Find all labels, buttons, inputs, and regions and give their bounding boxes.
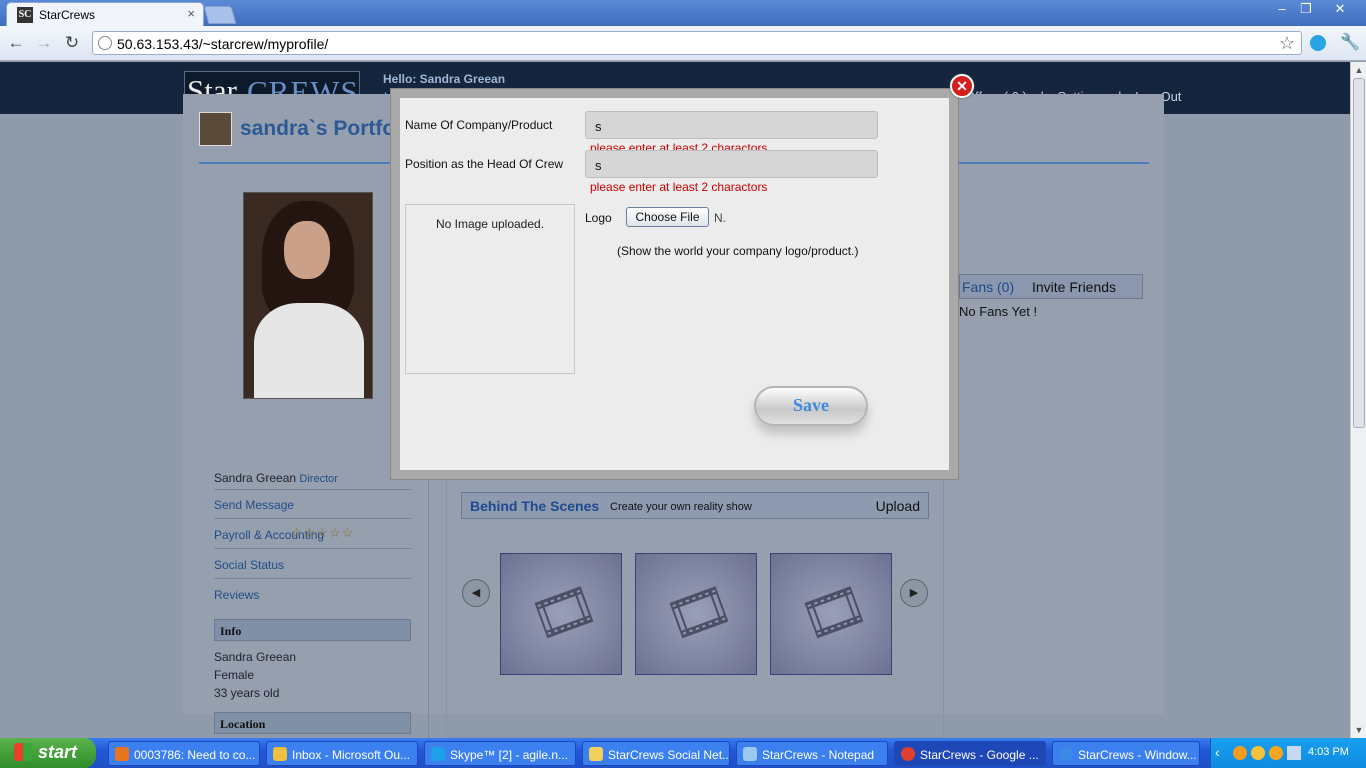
outlook-icon [273,747,287,761]
info-header: Info [214,619,411,641]
logo-hint: (Show the world your company logo/produc… [617,244,859,258]
film-strip-icon: 🎞 [523,574,606,652]
info-name: Sandra Greean [214,650,297,664]
film-strip-icon: 🎞 [658,574,741,652]
bts-title: Behind The Scenes [470,498,600,514]
info-gender: Female [214,668,255,682]
rating-stars: ☆☆☆☆☆ [291,525,355,540]
tab-title: StarCrews [39,8,96,22]
minimize-window-icon[interactable]: – [1270,0,1294,18]
carousel-prev-icon[interactable]: ◀ [462,579,490,607]
system-clock: 4:03 PM [1308,746,1349,758]
logo-label: Logo [585,211,612,225]
skype-extension-icon[interactable] [1310,35,1326,51]
maximize-window-icon[interactable]: ❐ [1294,0,1318,18]
company-error: please enter at least 2 charactors [590,141,768,150]
taskbar-item[interactable]: Inbox - Microsoft Ou... [266,741,418,766]
divider [214,518,411,519]
taskbar-item[interactable]: StarCrews - Google ... [894,741,1046,766]
company-label: Name Of Company/Product [405,118,553,132]
internet-explorer-icon [1059,747,1073,761]
no-fans-text: No Fans Yet ! [959,304,1038,319]
position-error: please enter at least 2 charactors [590,180,768,194]
network-icon[interactable] [1287,746,1301,760]
divider [214,489,411,490]
upload-link[interactable]: Upload [876,498,920,514]
windows-flag-icon [14,743,32,761]
divider [214,578,411,579]
skype-icon [431,747,445,761]
scroll-down-icon[interactable]: ▼ [1353,725,1365,735]
social-status-link[interactable]: Social Status [214,558,284,572]
location-header: Location [214,712,411,734]
address-url: 50.63.153.43/~starcrew/myprofile/ [117,36,329,52]
profile-photo [243,192,373,399]
scrollbar-thumb[interactable] [1353,78,1365,428]
logo-preview: No Image uploaded. [405,204,575,374]
send-message-link[interactable]: Send Message [214,498,294,512]
taskbar-item[interactable]: StarCrews Social Net... [582,741,730,766]
fans-bar: Fans (0) Invite Friends [959,274,1143,299]
position-input[interactable]: s [585,150,878,178]
page-scrollbar[interactable]: ▲ ▼ [1350,62,1366,738]
wrench-menu-icon[interactable]: 🔧 [1340,32,1360,52]
save-button[interactable]: Save [754,386,868,426]
tray-app-icon[interactable] [1269,746,1283,760]
bts-subtitle: Create your own reality show [610,501,752,513]
taskbar-item[interactable]: Skype™ [2] - agile.n... [424,741,576,766]
close-window-icon[interactable]: ✕ [1328,0,1352,18]
video-thumbnail[interactable]: 🎞 [500,553,622,675]
taskbar-item[interactable]: 0003786: Need to co... [108,741,260,766]
bookmark-star-icon[interactable]: ☆ [1279,33,1295,54]
profile-name-row: Sandra Greean Director [214,471,338,485]
notepad-icon [743,747,757,761]
file-status: N. [714,211,726,225]
column-divider [428,480,429,738]
tray-app-icon[interactable] [1251,746,1265,760]
page-info-icon [98,36,112,50]
position-label: Position as the Head Of Crew [405,157,564,171]
divider [214,548,411,549]
video-thumbnail[interactable]: 🎞 [635,553,757,675]
browser-tab[interactable]: SC StarCrews × [6,2,204,26]
reviews-link[interactable]: Reviews [214,588,259,602]
profile-role[interactable]: Director [299,473,338,485]
user-avatar [199,112,232,146]
firefox-icon [115,747,129,761]
site-favicon-icon: SC [17,7,33,23]
taskbar-item[interactable]: StarCrews - Window... [1052,741,1200,766]
start-button[interactable]: start [0,738,96,768]
back-arrow-icon[interactable]: ← [6,33,26,53]
scroll-up-icon[interactable]: ▲ [1353,65,1365,75]
carousel-next-icon[interactable]: ▶ [900,579,928,607]
close-tab-icon[interactable]: × [187,6,195,21]
address-bar[interactable]: 50.63.153.43/~starcrew/myprofile/ ☆ [92,31,1302,55]
film-strip-icon: 🎞 [793,574,876,652]
folder-icon [589,747,603,761]
close-modal-icon[interactable]: ✕ [950,74,974,98]
fans-tab[interactable]: Fans (0) [962,279,1014,295]
info-age: 33 years old [214,686,280,700]
reload-icon[interactable]: ↻ [62,33,82,53]
profile-name: Sandra Greean [214,471,297,485]
choose-file-button[interactable]: Choose File [626,207,709,227]
tray-app-icon[interactable] [1233,746,1247,760]
chrome-icon [901,747,915,761]
invite-friends-tab[interactable]: Invite Friends [1032,279,1116,295]
company-input[interactable]: s [585,111,878,139]
forward-arrow-icon[interactable]: → [34,33,54,53]
video-thumbnail[interactable]: 🎞 [770,553,892,675]
new-tab-button[interactable] [203,6,237,24]
greeting-text: Hello: Sandra Greean [383,72,506,86]
taskbar-item[interactable]: StarCrews - Notepad [736,741,888,766]
tray-expand-icon[interactable]: ‹ [1215,744,1220,760]
behind-the-scenes-bar: Behind The Scenes Create your own realit… [461,492,929,519]
